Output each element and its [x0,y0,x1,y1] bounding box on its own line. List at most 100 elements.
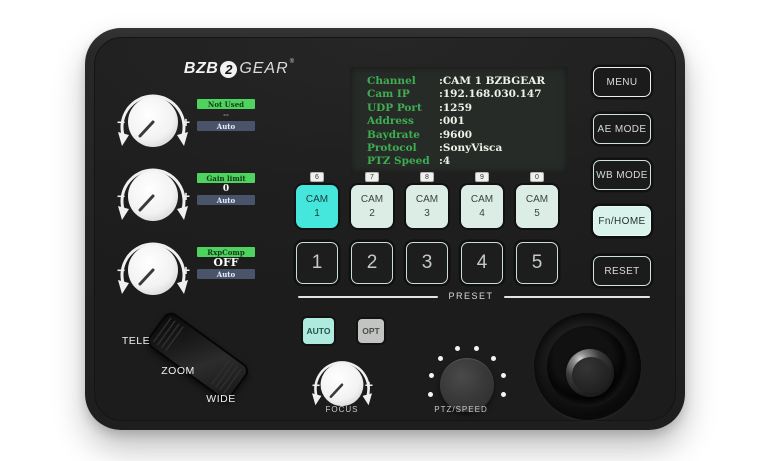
plus-sign: + [365,377,373,393]
menu-button[interactable]: MENU [593,67,651,97]
cam-button-number: 3 [424,208,430,219]
preset-divider-right [504,296,650,298]
cam-button-number: 5 [534,208,540,219]
knob-1-legend: Not Used -- Auto [197,99,255,131]
knob-1-function-badge: Not Used [197,99,255,109]
lcd-value: :CAM 1 BZBGEAR [439,75,545,88]
speed-dot [501,392,506,397]
cam-4-shift-tab: 9 [475,172,489,182]
lcd-screen: Channel:CAM 1 BZBGEAR Cam IP:192.168.030… [350,67,568,173]
zoom-rocker[interactable] [144,309,251,403]
plus-sign: + [182,188,190,204]
focus-opt-button[interactable]: OPT [358,319,384,343]
rocker-ridges-wide [211,360,243,395]
speed-dot [429,373,434,378]
cam-button-number: 4 [479,208,485,219]
speed-dot [455,346,460,351]
fn-home-button[interactable]: Fn/HOME [593,206,651,236]
preset-1-button[interactable]: 1 [296,242,338,284]
preset-5-button[interactable]: 5 [516,242,558,284]
speed-dot [474,346,479,351]
joystick-cap[interactable] [572,357,610,393]
lcd-value: :SonyVisca [439,142,502,155]
speed-dot [491,356,496,361]
knob-2-legend: Gain limit 0 Auto [197,173,255,205]
lcd-label: Baydrate [367,129,439,142]
lcd-value: :192.168.030.147 [439,88,542,101]
lcd-label: Channel [367,75,439,88]
speed-dot [438,356,443,361]
preset-divider-left [298,296,438,298]
ptz-speed-knob[interactable] [440,358,494,412]
preset-label: PRESET [441,291,501,301]
cam-3-button[interactable]: CAM 3 [406,185,448,228]
cam-4-button[interactable]: CAM 4 [461,185,503,228]
cam-1-shift-tab: 6 [310,172,324,182]
focus-auto-button[interactable]: AUTO [303,318,334,344]
knob-2[interactable]: − + [111,152,195,236]
cam-button-label: CAM [306,194,328,205]
speed-dot [501,373,506,378]
knob-2-auto-badge: Auto [197,195,255,205]
lcd-row-camip: Cam IP:192.168.030.147 [367,88,568,101]
knob-1-value: -- [223,110,229,120]
knob-1-auto-badge: Auto [197,121,255,131]
preset-4-button[interactable]: 4 [461,242,503,284]
lcd-row-address: Address:001 [367,115,568,128]
cam-2-button[interactable]: CAM 2 [351,185,393,228]
knob-3[interactable]: − + [111,226,195,310]
cam-2-shift-tab: 7 [365,172,379,182]
plus-sign: + [182,262,190,278]
cam-button-label: CAM [416,194,438,205]
cam-button-label: CAM [361,194,383,205]
brand-logo: BZB 2 GEAR ® [179,57,299,81]
minus-sign: − [312,377,320,393]
controller-device: BZB 2 GEAR ® Channel:CAM 1 BZBGEAR Cam I… [85,28,685,430]
lcd-row-protocol: Protocol:SonyVisca [367,142,568,155]
cam-button-number: 1 [314,208,320,219]
lcd-row-ptzspeed: PTZ Speed:4 [367,155,568,168]
minus-sign: − [117,114,125,130]
knob-3-value: OFF [213,258,238,268]
brand-text-gear: GEAR [239,60,288,78]
lcd-label: Address [367,115,439,128]
focus-label: FOCUS [312,405,372,414]
reset-button[interactable]: RESET [593,256,651,286]
cam-5-shift-tab: 0 [530,172,544,182]
cam-5-button[interactable]: CAM 5 [516,185,558,228]
lcd-value: :4 [439,155,450,168]
lcd-label: Protocol [367,142,439,155]
cam-3-shift-tab: 8 [420,172,434,182]
cam-button-label: CAM [471,194,493,205]
ae-mode-button[interactable]: AE MODE [593,114,651,144]
preset-2-button[interactable]: 2 [351,242,393,284]
preset-3-button[interactable]: 3 [406,242,448,284]
knob-3-auto-badge: Auto [197,269,255,279]
minus-sign: − [117,188,125,204]
brand-text-bzb: BZB [184,60,218,78]
lcd-value: :9600 [439,129,472,142]
minus-sign: − [117,262,125,278]
lcd-value: :001 [439,115,465,128]
cam-1-button[interactable]: CAM 1 [296,185,338,228]
zoom-label: ZOOM [161,365,195,377]
brand-2-icon: 2 [220,61,237,78]
cam-button-label: CAM [526,194,548,205]
knob-2-value: 0 [223,184,229,194]
ptz-speed-label: PTZ/SPEED [431,405,491,414]
knob-3-legend: RxpComp OFF Auto [197,247,255,279]
front-panel: BZB 2 GEAR ® Channel:CAM 1 BZBGEAR Cam I… [94,37,676,421]
rocker-ridges-tele [153,317,185,352]
lcd-row-channel: Channel:CAM 1 BZBGEAR [367,75,568,88]
lcd-value: :1259 [439,102,472,115]
knob-2-function-badge: Gain limit [197,173,255,183]
lcd-row-udpport: UDP Port:1259 [367,102,568,115]
plus-sign: + [182,114,190,130]
wb-mode-button[interactable]: WB MODE [593,160,651,190]
cam-button-number: 2 [369,208,375,219]
lcd-row-baudrate: Baydrate:9600 [367,129,568,142]
tele-label: TELE [119,335,153,347]
registered-mark: ® [290,59,294,65]
knob-1[interactable]: − + [111,78,195,162]
lcd-label: Cam IP [367,88,439,101]
